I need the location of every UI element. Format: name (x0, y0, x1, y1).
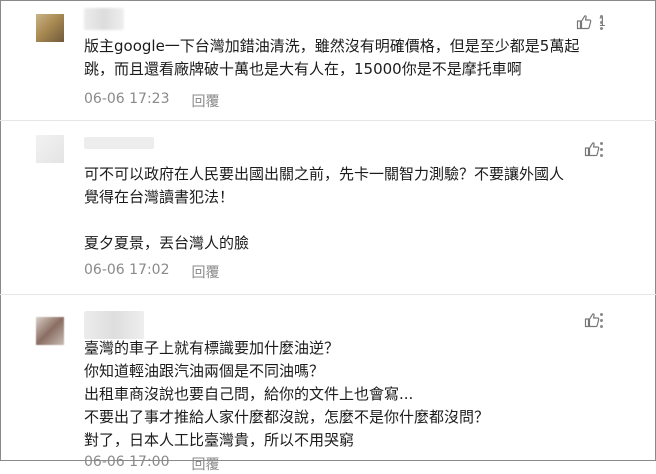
comment-meta: 06-06 17:23 回覆 (84, 91, 219, 111)
comment-1: 1 版主google一下台灣加錯油清洗，雖然沒有明確價格，但是至少都是5萬起 跳… (0, 0, 656, 120)
comment-timestamp: 06-06 17:02 (84, 262, 170, 278)
comment-timestamp: 06-06 17:00 (84, 454, 170, 470)
commenter-name-blurred[interactable] (84, 8, 124, 30)
comment-meta: 06-06 17:00 回覆 (84, 454, 219, 474)
comment-3: 臺灣的車子上就有標識要加什麼油逆？ 你知道輕油跟汽油兩個是不同油嗎？ 出租車商沒… (0, 295, 656, 473)
avatar[interactable] (36, 317, 64, 345)
comment-meta: 06-06 17:02 回覆 (84, 262, 219, 282)
comment-text: 可不可以政府在人民要出國出關之前，先卡一關智力測驗？不要讓外國人 覺得在台灣讀書… (84, 165, 565, 252)
more-options-icon[interactable] (598, 14, 604, 30)
reply-button[interactable]: 回覆 (191, 91, 219, 111)
avatar[interactable] (36, 135, 64, 163)
comment-text: 臺灣的車子上就有標識要加什麼油逆？ 你知道輕油跟汽油兩個是不同油嗎？ 出租車商沒… (84, 339, 490, 449)
commenter-name-blurred[interactable] (84, 311, 144, 339)
avatar[interactable] (36, 14, 64, 42)
more-options-icon[interactable] (598, 312, 604, 328)
comment-2: 可不可以政府在人民要出國出關之前，先卡一關智力測驗？不要讓外國人 覺得在台灣讀書… (0, 121, 656, 294)
reply-button[interactable]: 回覆 (191, 454, 219, 474)
comment-text: 版主google一下台灣加錯油清洗，雖然沒有明確價格，但是至少都是5萬起 跳，而… (84, 37, 580, 78)
more-options-icon[interactable] (598, 141, 604, 157)
reply-button[interactable]: 回覆 (191, 262, 219, 282)
comment-timestamp: 06-06 17:23 (84, 91, 170, 107)
thumbs-up-icon[interactable] (576, 14, 592, 30)
commenter-name-blurred[interactable] (84, 137, 154, 149)
